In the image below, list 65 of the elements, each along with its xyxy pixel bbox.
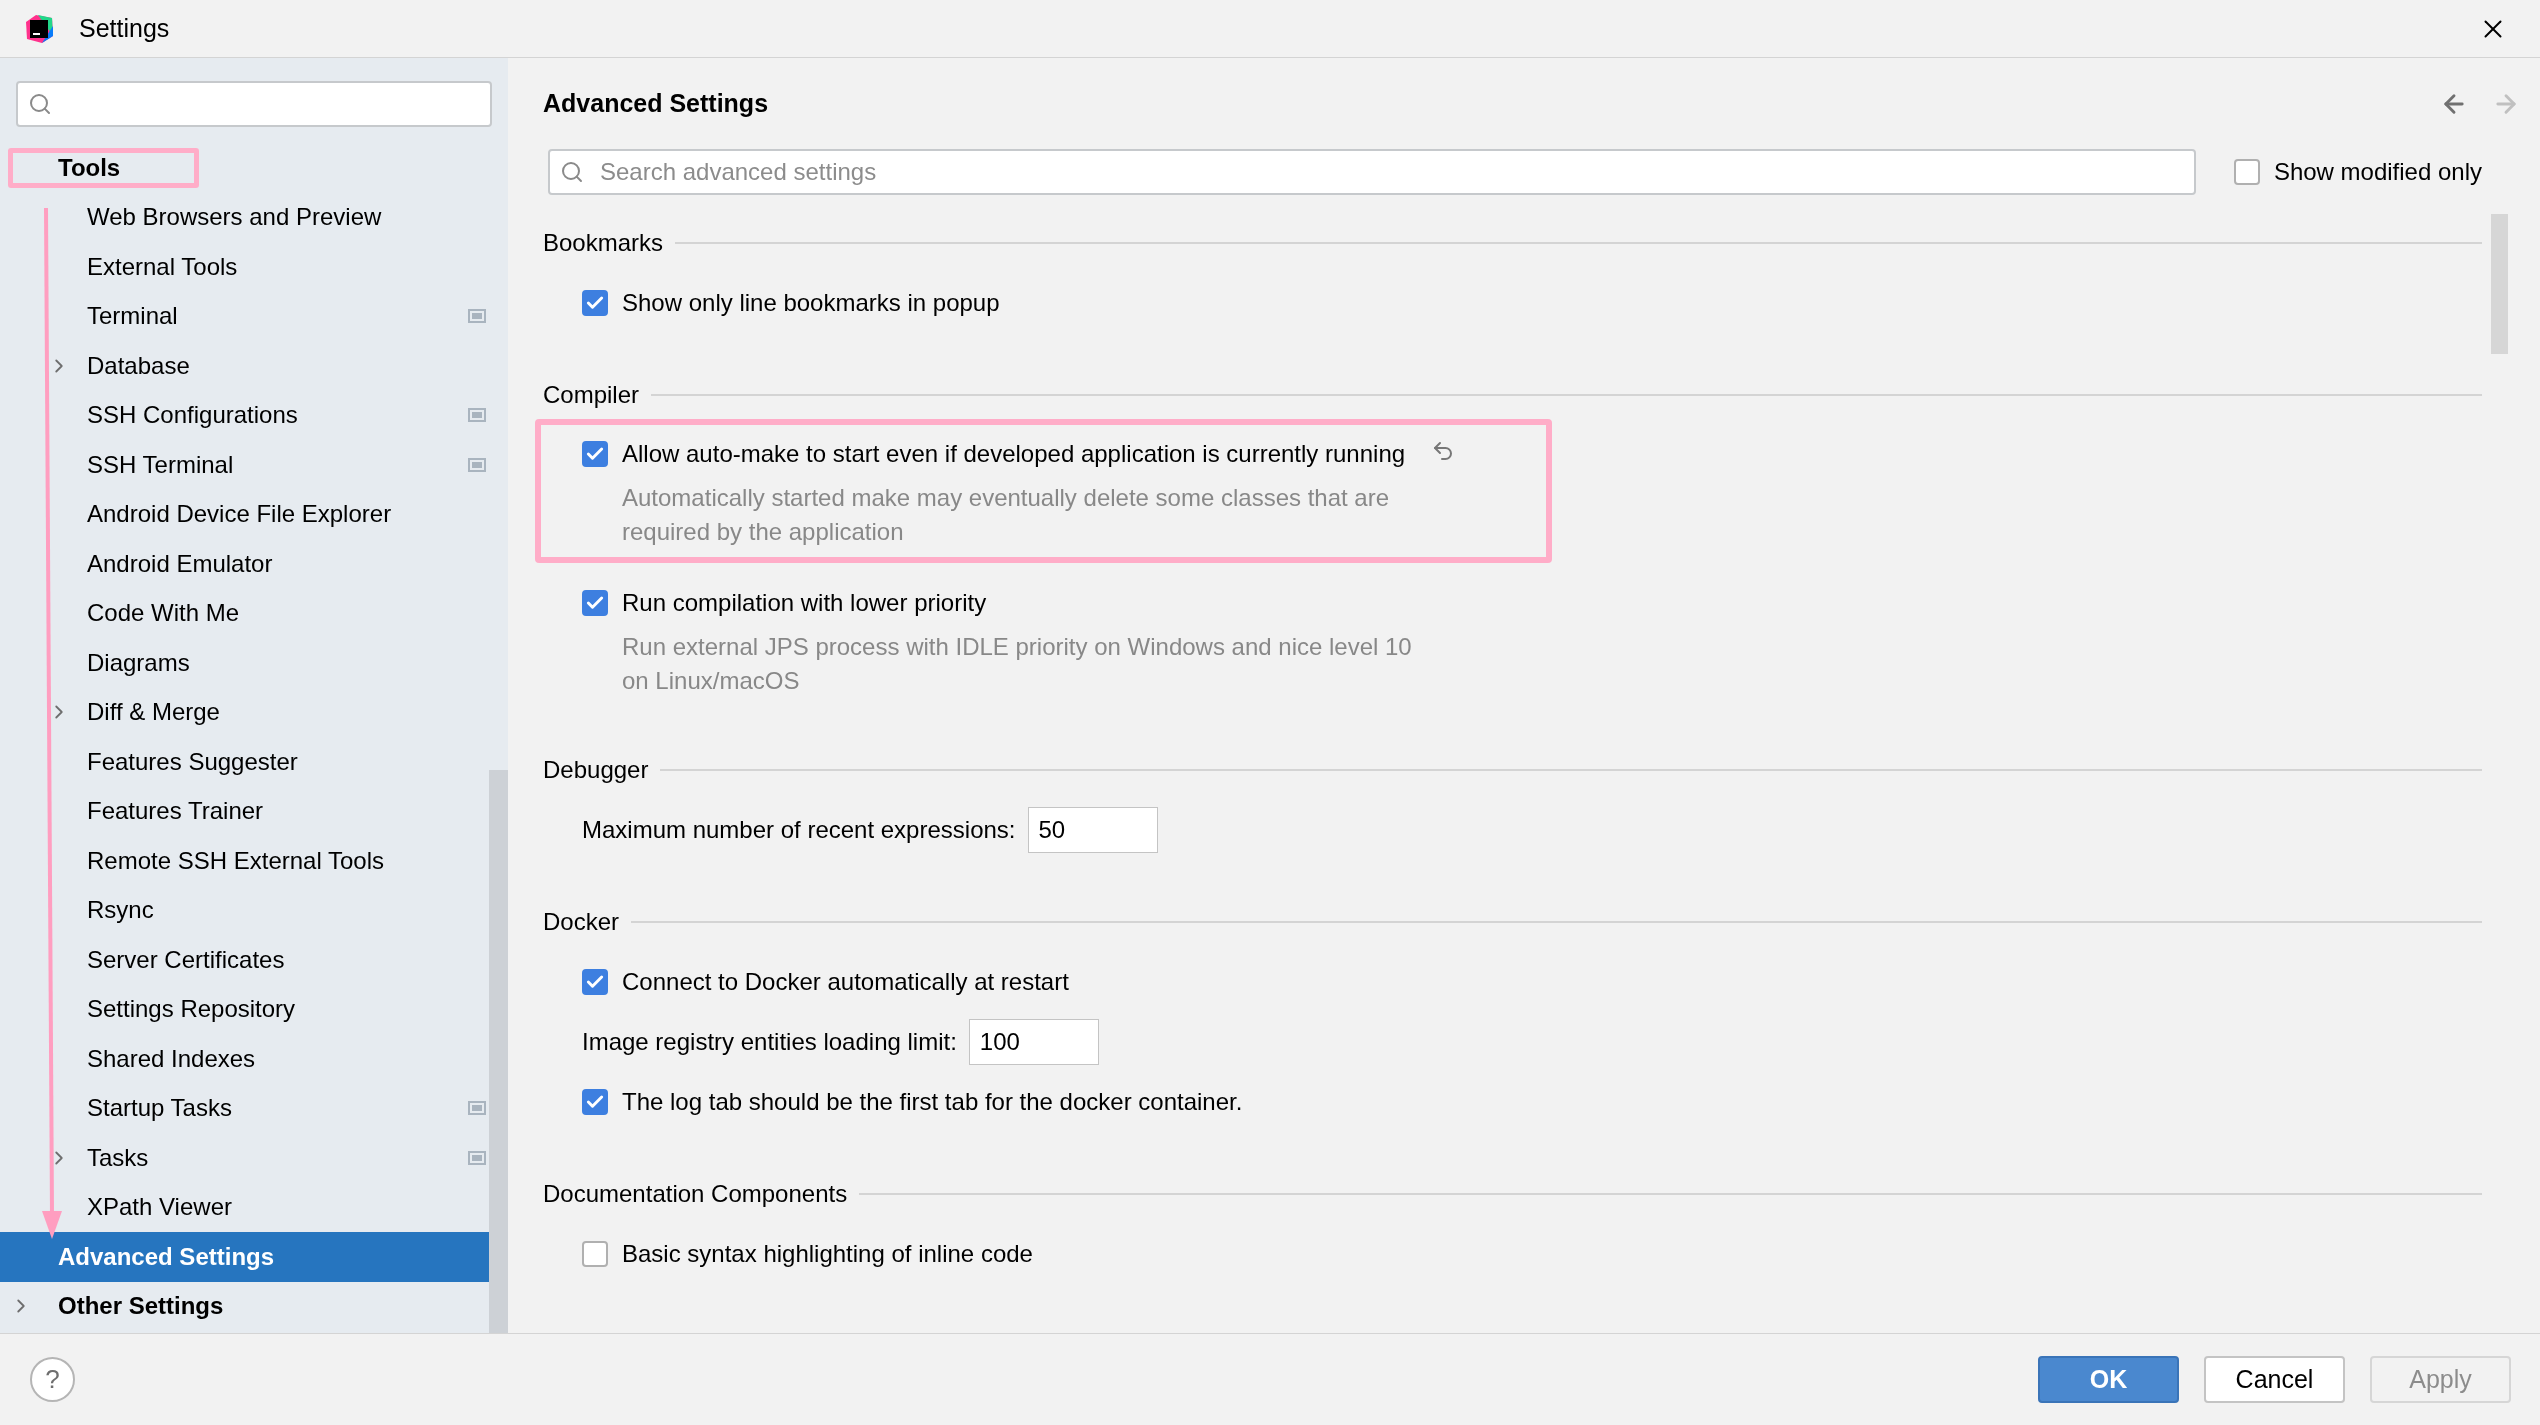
setting-label: Allow auto-make to start even if developed application is currently running bbox=[622, 439, 1406, 469]
help-button[interactable]: ? bbox=[30, 1357, 75, 1402]
search-icon bbox=[560, 160, 584, 184]
checkbox[interactable] bbox=[582, 1089, 608, 1115]
search-icon bbox=[28, 92, 52, 116]
scrollbar[interactable] bbox=[2491, 214, 2508, 354]
tree-item[interactable]: Startup Tasks bbox=[87, 1090, 232, 1127]
scrollbar[interactable] bbox=[489, 770, 508, 1333]
setting-label: Show only line bookmarks in popup bbox=[622, 288, 1000, 318]
tree-item[interactable]: Diff & Merge bbox=[87, 694, 220, 731]
dialog-button[interactable]: Cancel bbox=[2204, 1356, 2345, 1403]
window-icon bbox=[468, 1150, 486, 1165]
checkbox[interactable] bbox=[582, 969, 608, 995]
tree-item[interactable]: Diagrams bbox=[87, 644, 190, 681]
window-icon bbox=[468, 408, 486, 423]
section-title: Debugger bbox=[543, 755, 649, 785]
section-title: Docker bbox=[543, 907, 620, 937]
setting-description: Automatically started make may eventually delete some classes that are required by the application bbox=[622, 483, 1391, 547]
setting-description: Run external JPS process with IDLE priority on Windows and nice level 10 on Linux/macOS bbox=[622, 632, 1413, 696]
tree-item[interactable]: SSH Configurations bbox=[87, 397, 298, 434]
tree-item[interactable]: Android Device File Explorer bbox=[87, 496, 392, 533]
tree-item[interactable]: Database bbox=[87, 347, 190, 384]
section-title: Bookmarks bbox=[543, 228, 664, 258]
tree-item[interactable]: Server Certificates bbox=[87, 941, 285, 978]
tree-item[interactable]: Code With Me bbox=[87, 595, 240, 632]
window-icon bbox=[468, 309, 486, 324]
tree-item[interactable]: Features Trainer bbox=[87, 793, 264, 830]
tree-item[interactable]: Remote SSH External Tools bbox=[87, 842, 385, 879]
tree-item[interactable]: Features Suggester bbox=[87, 743, 298, 780]
setting-label: Maximum number of recent expressions: bbox=[582, 815, 1016, 845]
window-icon bbox=[468, 457, 486, 472]
setting-label: Image registry entities loading limit: bbox=[582, 1027, 957, 1057]
section-title: Compiler bbox=[543, 380, 640, 410]
checkbox[interactable] bbox=[582, 441, 608, 467]
tree-item[interactable]: External Tools bbox=[87, 248, 238, 285]
search-field[interactable]: Search advanced settings bbox=[548, 149, 2196, 195]
window-icon bbox=[468, 1101, 486, 1116]
setting-label: Basic syntax highlighting of inline code bbox=[622, 1239, 1033, 1269]
checkbox[interactable] bbox=[582, 590, 608, 616]
app-logo-icon bbox=[24, 13, 54, 44]
tree-item[interactable]: Tasks bbox=[87, 1139, 149, 1176]
tree-item[interactable]: XPath Viewer bbox=[87, 1189, 232, 1226]
dialog-button[interactable]: OK bbox=[2038, 1356, 2179, 1403]
tree-item[interactable]: Other Settings bbox=[58, 1288, 224, 1325]
number-field[interactable]: 50 bbox=[1027, 807, 1158, 853]
setting-label: Run compilation with lower priority bbox=[622, 588, 987, 618]
page-title: Advanced Settings bbox=[543, 88, 769, 120]
setting-label: Connect to Docker automatically at restart bbox=[622, 967, 1069, 997]
section-title: Documentation Components bbox=[543, 1179, 848, 1209]
checkbox[interactable] bbox=[2233, 159, 2260, 185]
tree-item[interactable]: Rsync bbox=[87, 892, 154, 929]
search-field[interactable] bbox=[16, 81, 492, 127]
window-title: Settings bbox=[79, 12, 170, 44]
tree-item[interactable]: Settings Repository bbox=[87, 991, 296, 1028]
checkbox-label: Show modified only bbox=[2273, 157, 2482, 187]
checkbox[interactable] bbox=[582, 1241, 608, 1267]
number-field[interactable]: 100 bbox=[968, 1019, 1099, 1065]
tree-item[interactable]: Terminal bbox=[87, 298, 178, 335]
checkbox[interactable] bbox=[582, 290, 608, 316]
tree-item[interactable]: Web Browsers and Preview bbox=[87, 199, 382, 236]
tree-item[interactable]: Tools bbox=[58, 149, 121, 186]
tree-item[interactable]: Android Emulator bbox=[87, 545, 273, 582]
setting-label: The log tab should be the first tab for the docker container. bbox=[622, 1087, 1243, 1117]
tree-item[interactable]: SSH Terminal bbox=[87, 446, 234, 483]
tree-item[interactable]: Shared Indexes bbox=[87, 1040, 256, 1077]
